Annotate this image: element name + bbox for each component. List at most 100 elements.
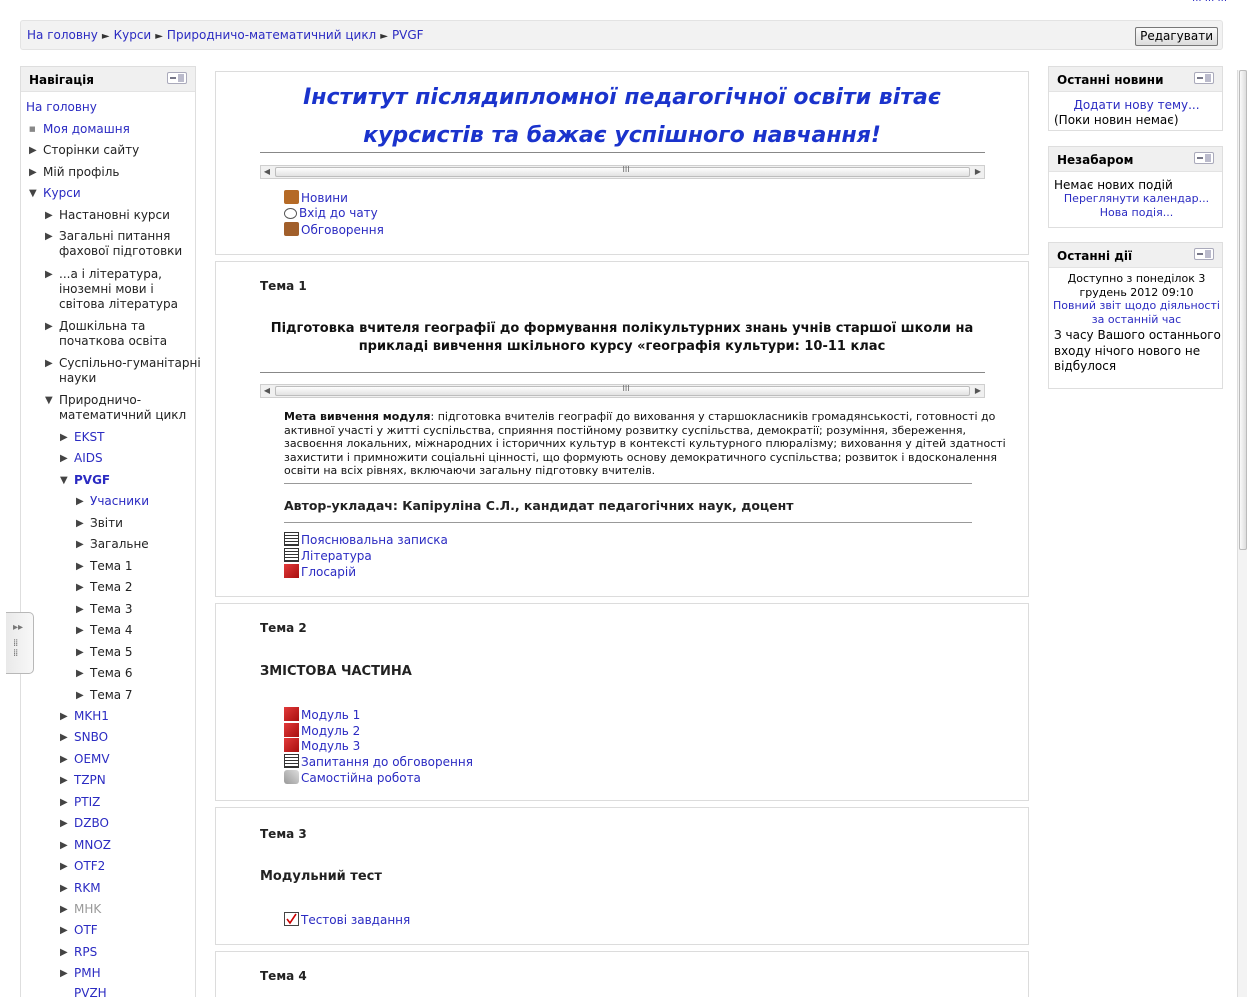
scroll-thumb[interactable]: III <box>275 384 970 396</box>
resource-link[interactable]: Запитання до обговорення <box>284 754 473 770</box>
nav-course-label: PVZH <box>74 986 107 997</box>
nav-course-item[interactable]: ▶ SNBO <box>60 730 108 745</box>
block-collapse-icon[interactable] <box>167 72 187 84</box>
nav-course-label: OTF2 <box>74 859 106 873</box>
block-collapse-icon[interactable] <box>1194 152 1214 164</box>
block-collapse-icon[interactable] <box>1194 248 1214 260</box>
nav-course-item[interactable]: ▶ OEMV <box>60 752 110 767</box>
resource-link[interactable]: Література <box>284 548 372 564</box>
author-line: Автор-укладач: Капіруліна С.Л., кандидат… <box>284 498 794 513</box>
news-title: Останні новини <box>1057 73 1164 87</box>
scroll-left-icon[interactable]: ◀ <box>261 385 273 397</box>
resource-link[interactable]: Модуль 1 <box>284 707 360 723</box>
calendar-link[interactable]: Переглянути календар... <box>1049 192 1224 206</box>
edit-button[interactable]: Редагувати <box>1135 27 1218 46</box>
nav-section-item[interactable]: ▶ Тема 6 <box>76 666 133 681</box>
new-event-link[interactable]: Нова подія... <box>1049 206 1224 220</box>
nav-course-item[interactable]: ▶ RPS <box>60 945 97 960</box>
nav-course-item[interactable]: ▶ MNOZ <box>60 838 111 853</box>
nav-course-item[interactable]: ▶ MKH1 <box>60 709 109 724</box>
nav-category[interactable]: ▶ Дошкільна та початкова освіта <box>45 319 167 349</box>
nav-section-item[interactable]: ▶ Тема 4 <box>76 623 133 638</box>
resource-label: Пояснювальна записка <box>301 533 448 547</box>
nav-course-item[interactable]: ▶PVZH <box>74 986 107 997</box>
expand-arrow-icon: ▶ <box>45 210 53 221</box>
section-label: Тема 3 <box>260 827 307 841</box>
nav-section-item[interactable]: ▶ Тема 5 <box>76 645 133 660</box>
pdf-icon <box>284 723 299 737</box>
resource-link[interactable]: Пояснювальна записка <box>284 532 448 548</box>
nav-category[interactable]: ▶ ...а і література, іноземні мови і світов… <box>45 267 178 312</box>
nav-course-item[interactable]: ▶ AIDS <box>60 451 103 466</box>
resource-link[interactable]: Тестові завдання <box>284 912 410 928</box>
nav-course-item[interactable]: ▶ PTIZ <box>60 795 101 810</box>
nav-my-home-label: Моя домашня <box>43 122 130 136</box>
breadcrumb-courses[interactable]: Курси <box>114 28 152 42</box>
activity-since-line: Доступно з понеділок 3 <box>1067 272 1206 285</box>
goal-label: Мета вивчення модуля <box>284 410 431 423</box>
nav-course-item[interactable]: ▶ EKST <box>60 430 104 445</box>
expand-arrow-icon: ▶ <box>76 647 84 658</box>
resource-link[interactable]: Вхід до чату <box>284 206 378 221</box>
nav-courses-label: Курси <box>43 186 81 200</box>
nav-site-pages[interactable]: ▶ Сторінки сайту <box>29 143 139 158</box>
nav-course-item-hidden[interactable]: ▶ MHK <box>60 902 101 917</box>
nav-course-item-active[interactable]: ▼ PVGF <box>60 473 110 488</box>
dock-tab[interactable]: ▸▸ ⁞⁞ ⁞⁞ <box>6 612 34 674</box>
nav-section-item[interactable]: ▶ Тема 7 <box>76 688 133 703</box>
breadcrumb-home[interactable]: На головну <box>27 28 98 42</box>
nav-course-item[interactable]: ▶ DZBO <box>60 816 109 831</box>
resource-link[interactable]: Модуль 2 <box>284 723 360 739</box>
chat-icon <box>284 208 297 219</box>
nav-course-item[interactable]: ▶ TZPN <box>60 773 106 788</box>
nav-course-item[interactable]: ▶ RKM <box>60 881 101 896</box>
nav-course-item[interactable]: ▶ OTF <box>60 923 98 938</box>
grip-icon: III <box>622 384 630 393</box>
nav-category[interactable]: ▶ Суспільно-гуманітарні науки <box>45 356 201 386</box>
expand-arrow-icon: ▶ <box>76 668 84 679</box>
nav-course-item[interactable]: ▶ PMH <box>60 966 101 981</box>
resource-link[interactable]: Глосарій <box>284 564 356 580</box>
breadcrumb-category[interactable]: Природничо-математичний цикл <box>167 28 376 42</box>
expand-arrow-icon: ▶ <box>76 539 84 550</box>
section-heading-line: Підготовка вчителя географії до формуван… <box>270 321 974 336</box>
nav-my-home[interactable]: ■ Моя домашня <box>29 122 130 137</box>
scroll-left-icon[interactable]: ◀ <box>261 166 273 178</box>
scroll-right-icon[interactable]: ▶ <box>972 166 984 178</box>
nav-section-item[interactable]: ▶ Тема 3 <box>76 602 133 617</box>
nav-section-item[interactable]: ▶ Загальне <box>76 537 149 552</box>
expand-arrow-icon: ▶ <box>45 269 53 280</box>
nav-category[interactable]: ▼ Природничо-математичний цикл <box>45 393 186 423</box>
nav-courses[interactable]: ▼ Курси <box>29 186 81 201</box>
block-collapse-icon[interactable] <box>1194 72 1214 84</box>
nav-my-profile[interactable]: ▶ Мій профіль <box>29 165 119 180</box>
nav-home[interactable]: На головну <box>26 100 97 115</box>
nav-category[interactable]: ▶ Настановні курси <box>45 208 170 223</box>
scroll-thumb[interactable]: III <box>275 165 970 177</box>
nav-category[interactable]: ▶ Загальні питання фахової підготовки <box>45 229 182 259</box>
resource-link[interactable]: Обговорення <box>284 222 384 238</box>
add-topic-link[interactable]: Додати нову тему... <box>1049 98 1224 112</box>
resource-label: Запитання до обговорення <box>301 755 473 769</box>
resource-label: Глосарій <box>301 565 357 579</box>
course-section-general: Інститут післядипломної педагогічної осв… <box>215 71 1029 255</box>
recent-activity-header: Останні дії <box>1049 243 1222 268</box>
full-report-link[interactable]: Повний звіт щодо діяльності за останній … <box>1049 299 1224 326</box>
resource-link[interactable]: Модуль 3 <box>284 738 360 754</box>
page-scrollbar[interactable] <box>1237 70 1247 997</box>
nav-course-label: PTIZ <box>74 795 101 809</box>
nav-section-item[interactable]: ▶ Звіти <box>76 516 123 531</box>
nav-section-item[interactable]: ▶ Тема 2 <box>76 580 133 595</box>
section-heading: Підготовка вчителя географії до формуван… <box>216 320 1028 356</box>
horizontal-scrollbar[interactable]: ◀ III ▶ <box>260 165 985 179</box>
resource-link[interactable]: Новини <box>284 190 348 206</box>
nav-course-item[interactable]: ▶ OTF2 <box>60 859 106 874</box>
horizontal-scrollbar[interactable]: ◀ III ▶ <box>260 384 985 398</box>
nav-category-label: Природничо- <box>59 393 142 407</box>
breadcrumb-course[interactable]: PVGF <box>392 28 424 42</box>
scroll-right-icon[interactable]: ▶ <box>972 385 984 397</box>
resource-link[interactable]: Самостійна робота <box>284 770 421 786</box>
nav-section-item[interactable]: ▶ Тема 1 <box>76 559 133 574</box>
nav-section-item[interactable]: ▶ Учасники <box>76 494 149 509</box>
page-scroll-thumb[interactable] <box>1239 70 1247 550</box>
